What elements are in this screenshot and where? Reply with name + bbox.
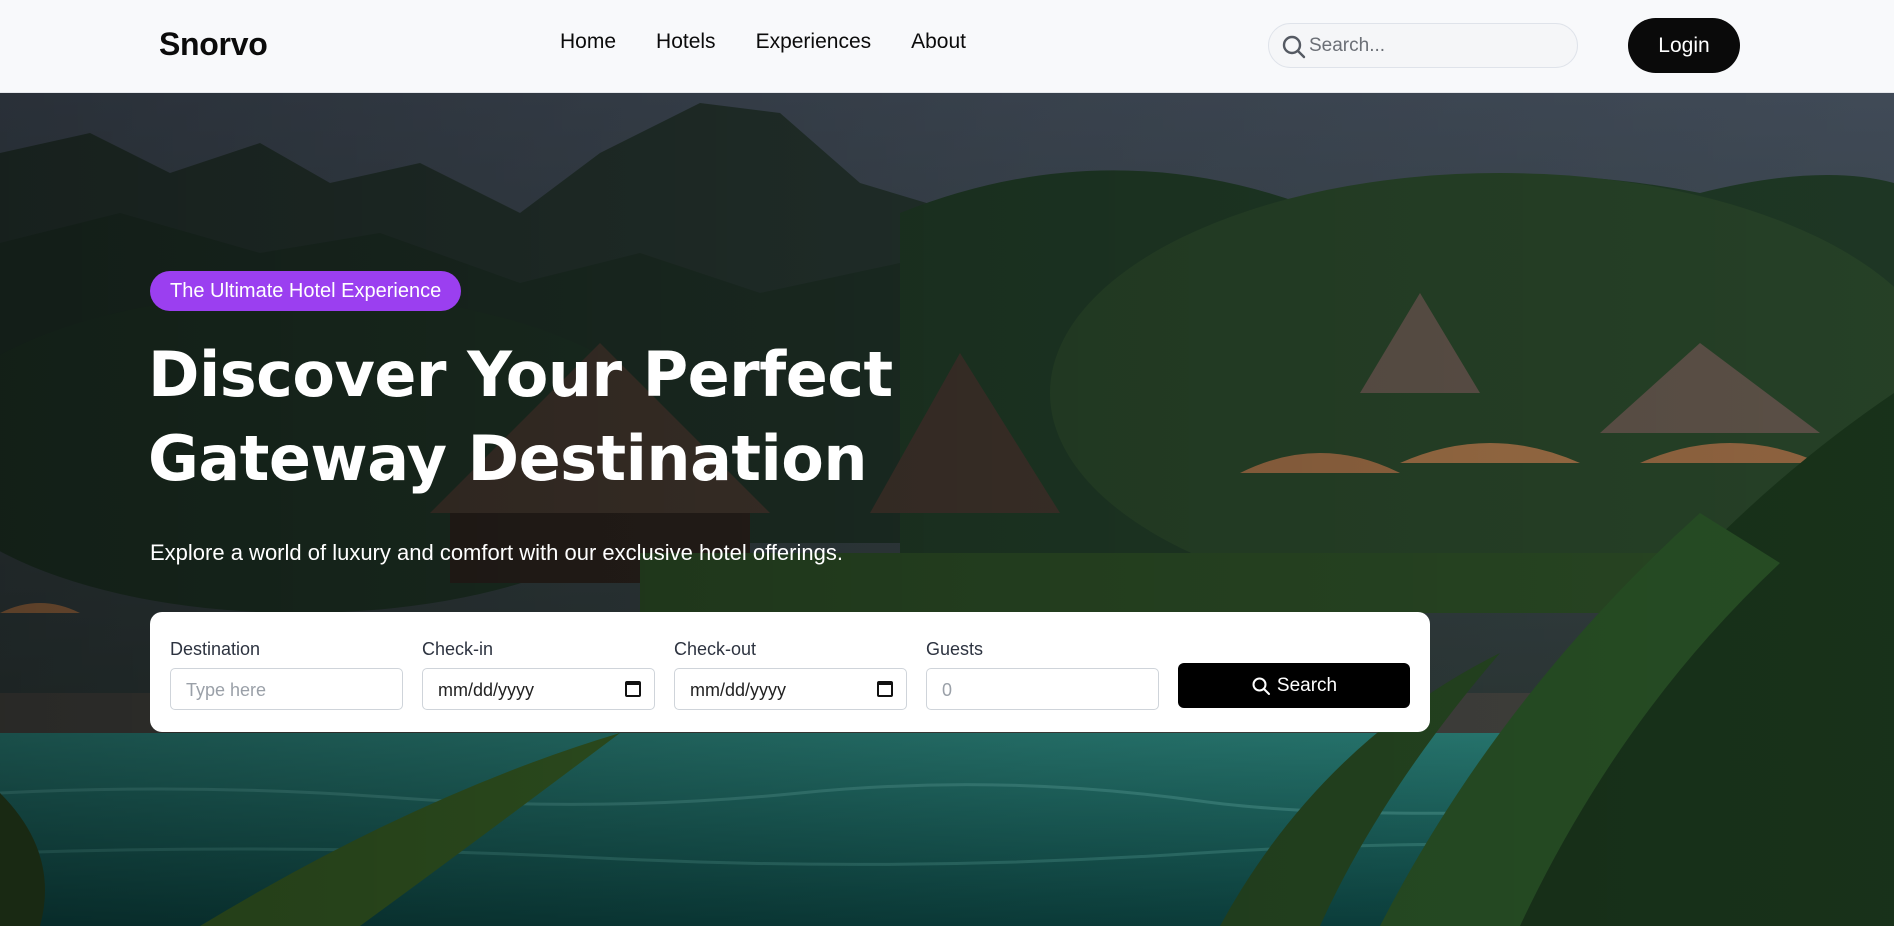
header-search-input[interactable] bbox=[1309, 31, 1564, 61]
hero-overlay bbox=[0, 93, 1894, 926]
main-nav: Home Hotels Experiences About bbox=[560, 30, 966, 54]
search-icon bbox=[1282, 35, 1306, 59]
hero-headline-line2: Gateway Destination bbox=[148, 422, 868, 495]
nav-link-experiences[interactable]: Experiences bbox=[756, 30, 872, 54]
guests-placeholder: 0 bbox=[942, 680, 953, 700]
checkin-value: mm/dd/yyyy bbox=[438, 680, 535, 700]
top-navbar: Snorvo Home Hotels Experiences About Log… bbox=[0, 0, 1894, 93]
search-icon bbox=[1252, 677, 1270, 695]
header-search[interactable] bbox=[1268, 23, 1578, 68]
destination-placeholder: Type here bbox=[186, 680, 267, 700]
destination-field: Destination Type here bbox=[170, 639, 403, 710]
guests-label: Guests bbox=[926, 639, 984, 659]
hero-headline: Discover Your Perfect Gateway Destinatio… bbox=[148, 333, 1048, 501]
calendar-icon[interactable] bbox=[877, 681, 893, 697]
booking-search-label: Search bbox=[1276, 674, 1338, 696]
checkout-value: mm/dd/yyyy bbox=[690, 680, 787, 700]
nav-link-home[interactable]: Home bbox=[560, 30, 616, 54]
checkout-field: Check-out mm/dd/yyyy bbox=[674, 639, 907, 710]
checkout-date-input[interactable]: mm/dd/yyyy bbox=[674, 668, 907, 710]
nav-link-hotels[interactable]: Hotels bbox=[656, 30, 716, 54]
checkin-date-input[interactable]: mm/dd/yyyy bbox=[422, 668, 655, 710]
booking-search-button[interactable]: Search bbox=[1178, 663, 1410, 708]
hero-section: The Ultimate Hotel Experience Discover Y… bbox=[0, 93, 1894, 926]
checkin-label: Check-in bbox=[422, 639, 494, 659]
guests-input[interactable]: 0 bbox=[926, 668, 1159, 710]
hero-headline-line1: Discover Your Perfect bbox=[148, 338, 893, 411]
hero-subtitle: Explore a world of luxury and comfort wi… bbox=[150, 540, 843, 565]
login-button[interactable]: Login bbox=[1628, 18, 1740, 73]
destination-label: Destination bbox=[170, 639, 261, 659]
destination-input[interactable]: Type here bbox=[170, 668, 403, 710]
checkin-field: Check-in mm/dd/yyyy bbox=[422, 639, 655, 710]
booking-search-card: Destination Type here Check-in mm/dd/yyy… bbox=[150, 612, 1430, 732]
nav-link-about[interactable]: About bbox=[911, 30, 966, 54]
brand-logo[interactable]: Snorvo bbox=[159, 26, 268, 63]
hero-badge: The Ultimate Hotel Experience bbox=[150, 271, 462, 311]
calendar-icon[interactable] bbox=[625, 681, 641, 697]
guests-field: Guests 0 bbox=[926, 639, 1159, 710]
checkout-label: Check-out bbox=[674, 639, 757, 659]
